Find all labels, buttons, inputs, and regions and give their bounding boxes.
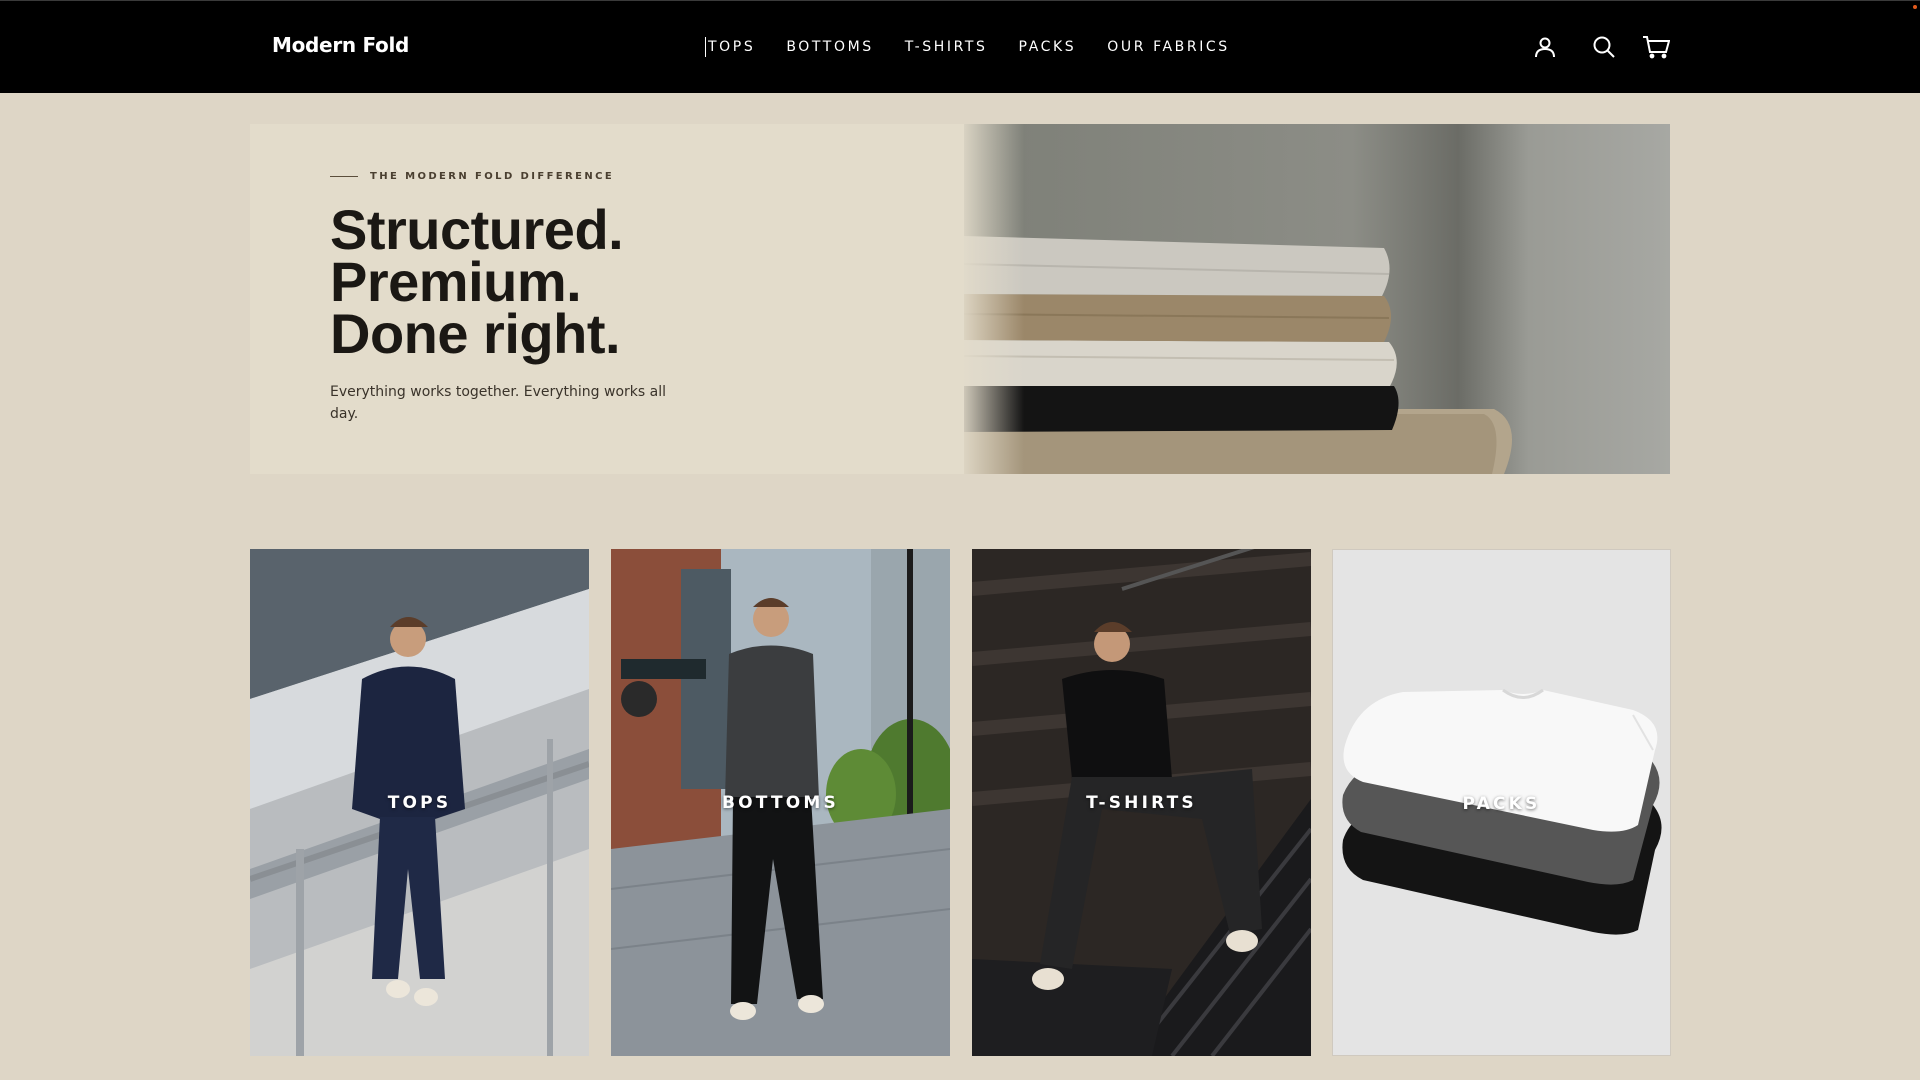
brand-logo[interactable]: Modern Fold [272,33,409,57]
account-icon[interactable] [1531,33,1559,61]
category-label-t-shirts: T-SHIRTS [1086,793,1197,813]
nav-item-our-fabrics[interactable]: OUR FABRICS [1107,37,1230,57]
category-card-tops[interactable]: TOPS [250,549,589,1056]
nav-item-t-shirts[interactable]: T-SHIRTS [905,37,988,57]
category-label-tops: TOPS [387,793,452,813]
cart-icon[interactable] [1642,33,1670,61]
hero-headline: Structured. Premium. Done right. [330,198,624,365]
eyebrow-text: THE MODERN FOLD DIFFERENCE [370,171,615,182]
hero-image-folded-shirts [964,124,1670,474]
nav-item-packs[interactable]: PACKS [1019,37,1077,57]
nav-item-tops[interactable]: TOPS [705,37,755,57]
hero-subtext: Everything works together. Everything wo… [330,384,666,422]
category-label-packs: PACKS [1462,794,1541,814]
category-card-packs[interactable]: PACKS [1332,549,1671,1056]
hero-eyebrow: THE MODERN FOLD DIFFERENCE [330,171,614,182]
notification-dot [1913,5,1917,9]
site-header: Modern Fold TOPS BOTTOMS T-SHIRTS PACKS … [0,0,1920,93]
headline-line-2: Premium. [330,250,582,313]
hero-banner: THE MODERN FOLD DIFFERENCE Structured. P… [250,124,1670,474]
headline-line-1: Structured. [330,198,624,261]
nav-item-bottoms[interactable]: BOTTOMS [786,37,873,57]
headline-line-3: Done right. [330,302,621,365]
eyebrow-divider [330,176,358,177]
search-icon[interactable] [1590,33,1618,61]
main-nav: TOPS BOTTOMS T-SHIRTS PACKS OUR FABRICS [705,37,1230,57]
category-card-bottoms[interactable]: BOTTOMS [611,549,950,1056]
category-grid: TOPS BOTTOMS T-SHIRTS PACKS [250,549,1671,1056]
category-card-t-shirts[interactable]: T-SHIRTS [972,549,1311,1056]
category-label-bottoms: BOTTOMS [721,793,839,813]
